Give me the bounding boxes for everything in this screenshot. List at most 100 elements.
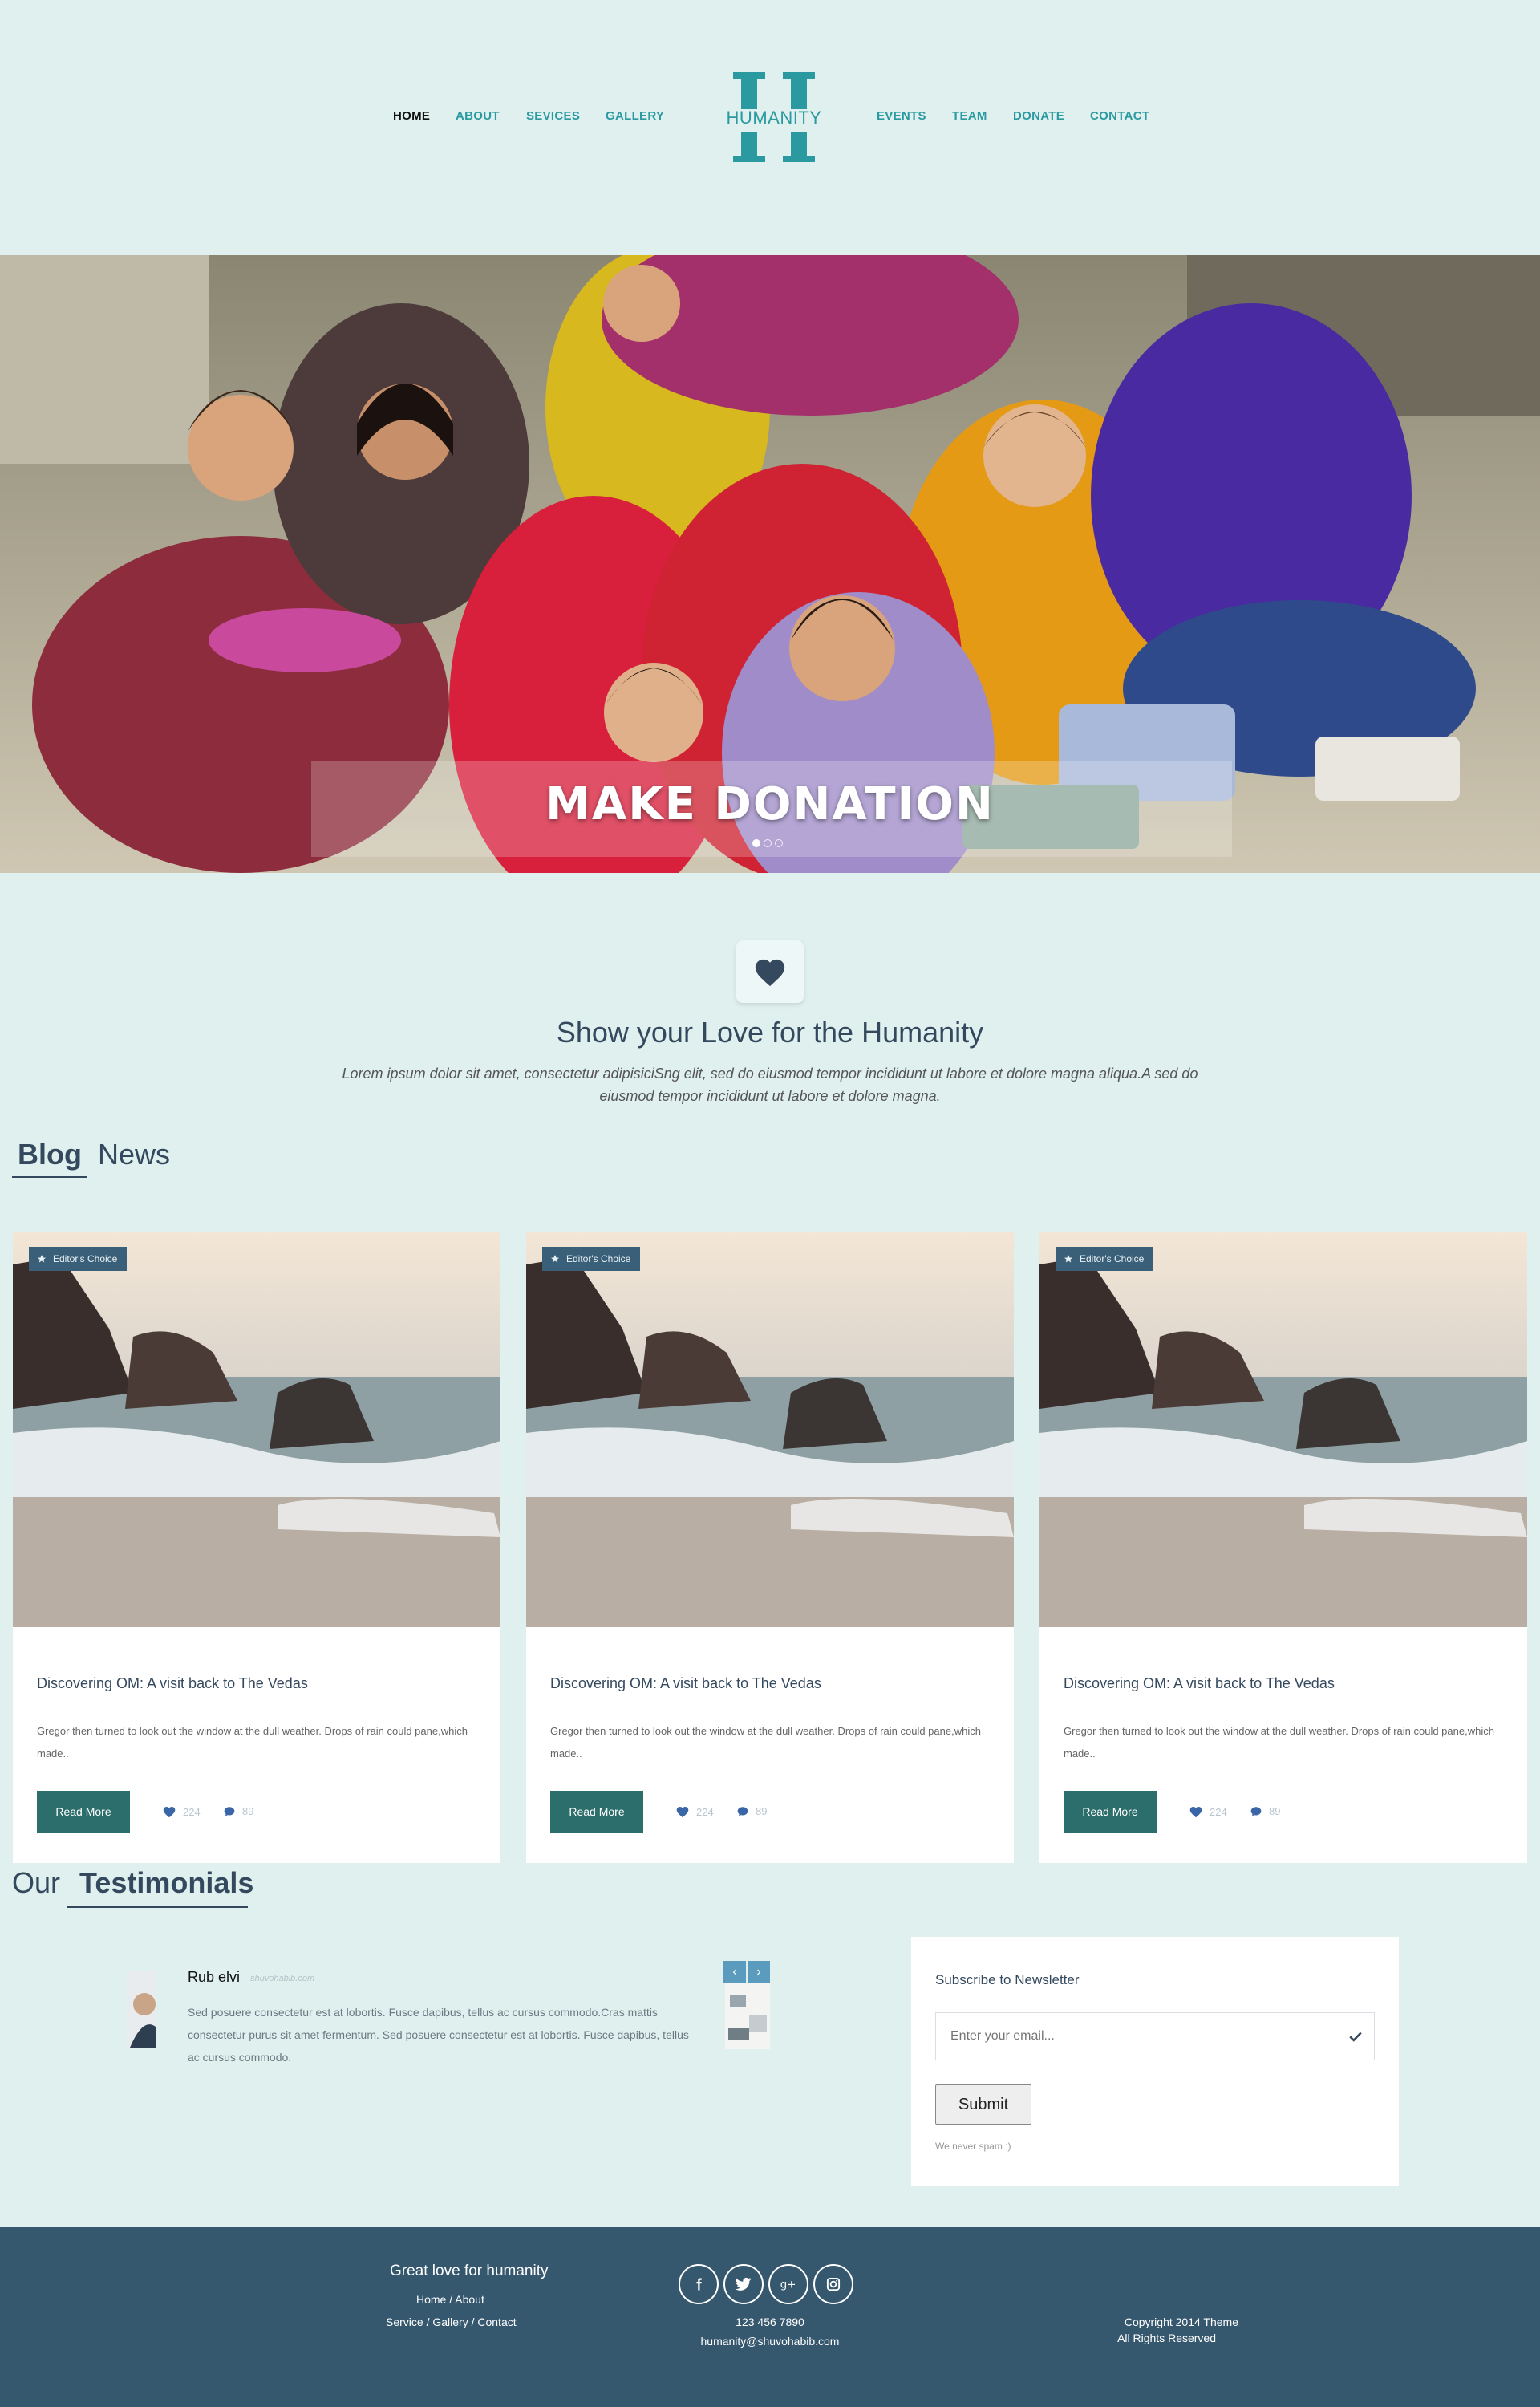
hero-slider[interactable]: MAKE DONATION [0,255,1540,873]
beach-photo [526,1232,1014,1627]
nav-events[interactable]: EVENTS [877,109,926,123]
testimonial-text: Sed posuere consectetur est at lobortis.… [188,2006,689,2064]
blog-card-title[interactable]: Discovering OM: A visit back to The Veda… [37,1675,308,1692]
testimonial-thumbnail[interactable] [725,1983,770,2049]
footer-email[interactable]: humanity@shuvohabib.com [658,2335,882,2348]
likes-count[interactable]: 224 [675,1805,714,1818]
heart-icon [163,1806,176,1818]
footer-links-primary[interactable]: Home / About [416,2293,484,2306]
comments-count[interactable]: 89 [736,1805,767,1817]
heart-icon [1189,1806,1202,1818]
nav-contact[interactable]: CONTACT [1090,109,1149,123]
testimonial-site: shuvohabib.com [250,1974,315,1983]
testimonial-next-button[interactable]: › [748,1961,770,1983]
star-icon [551,1255,559,1263]
email-field[interactable] [936,2013,1337,2060]
blog-card-excerpt: Gregor then turned to look out the windo… [1064,1725,1494,1760]
footer-links-secondary[interactable]: Service / Gallery / Contact [386,2316,517,2328]
slider-dots [752,839,783,847]
instagram-icon[interactable] [813,2264,853,2304]
heart-icon [676,1806,689,1818]
nav-home[interactable]: HOME [393,109,430,123]
footer-heading: Great love for humanity [390,2263,549,2279]
instagram-glyph [826,2277,841,2291]
heart-badge [736,940,804,1003]
read-more-button[interactable]: Read More [550,1791,643,1833]
star-icon [38,1255,46,1263]
testimonials-title-bold: Testimonials [79,1866,254,1899]
newsletter-title: Subscribe to Newsletter [935,1972,1080,1987]
editors-choice-badge: Editor's Choice [29,1247,128,1271]
blog-card-title[interactable]: Discovering OM: A visit back to The Veda… [550,1675,821,1692]
footer-copyright: Copyright 2014 Theme [1124,2316,1238,2328]
slider-dot[interactable] [775,839,783,847]
blog-title-underline [12,1176,87,1178]
likes-value: 224 [1210,1805,1227,1818]
star-icon [1064,1255,1072,1263]
nav-gallery[interactable]: GALLERY [606,109,664,123]
nav-about[interactable]: ABOUT [456,109,500,123]
blog-card-image[interactable]: Editor's Choice [1040,1232,1527,1627]
badge-label: Editor's Choice [1080,1253,1145,1264]
comments-value: 89 [756,1805,768,1817]
svg-text:g+: g+ [780,2279,796,2291]
footer-rights: All Rights Reserved [1117,2332,1216,2344]
submit-button[interactable]: Submit [935,2084,1031,2125]
comment-icon [737,1806,748,1816]
site-logo[interactable]: HUMANITY [722,69,826,165]
nav-services[interactable]: SEVICES [526,109,580,123]
google-plus-glyph: g+ [780,2279,796,2291]
testimonial-prev-button[interactable]: ‹ [723,1961,746,1983]
likes-count[interactable]: 224 [162,1805,201,1818]
beach-photo [13,1232,500,1627]
love-text: Lorem ipsum dolor sit amet, consectetur … [342,1065,1198,1104]
read-more-button[interactable]: Read More [1064,1791,1157,1833]
testimonial-author: Rub elvi [188,1969,241,1985]
comment-icon [224,1806,235,1816]
slider-dot[interactable] [752,839,760,847]
twitter-icon[interactable] [723,2264,764,2304]
hero-title: MAKE DONATION [545,778,995,830]
avatar [127,1971,156,2048]
facebook-icon[interactable] [679,2264,719,2304]
blog-section-title: Blog News [18,1138,170,1171]
blog-card: Editor's Choice Discovering OM: A visit … [1040,1232,1527,1863]
heart-icon [755,959,785,987]
site-footer: Great love for humanity Home / About Ser… [0,2227,1540,2407]
facebook-glyph [696,2278,702,2291]
testimonials-section-title: Our Testimonials [12,1866,253,1900]
likes-count[interactable]: 224 [1189,1805,1227,1818]
comment-icon [1250,1806,1262,1816]
check-icon [1349,2032,1362,2042]
blog-card-excerpt: Gregor then turned to look out the windo… [37,1725,468,1760]
nav-donate[interactable]: DONATE [1013,109,1064,123]
twitter-glyph [736,2277,752,2291]
badge-label: Editor's Choice [53,1253,118,1264]
likes-value: 224 [696,1805,714,1818]
blog-card-image[interactable]: Editor's Choice [13,1232,500,1627]
footer-phone: 123 456 7890 [736,2316,804,2328]
blog-card-image[interactable]: Editor's Choice [526,1232,1014,1627]
blog-card: Editor's Choice Discovering OM: A visit … [13,1232,500,1863]
google-plus-icon[interactable]: g+ [768,2264,808,2304]
read-more-button[interactable]: Read More [37,1791,130,1833]
slider-dot[interactable] [764,839,772,847]
blog-title-rest: News [98,1138,171,1171]
nav-team[interactable]: TEAM [952,109,987,123]
room-photo [725,1983,770,2049]
editors-choice-badge: Editor's Choice [1056,1247,1154,1271]
site-header: HOME ABOUT SEVICES GALLERY HUMANITY EVEN… [0,0,1540,255]
comments-count[interactable]: 89 [223,1805,253,1817]
testimonials-title-underline [67,1906,248,1908]
comments-value: 89 [242,1805,254,1817]
logo-text: HUMANITY [726,108,822,128]
blog-card-excerpt: Gregor then turned to look out the windo… [550,1725,981,1760]
newsletter-box: Subscribe to Newsletter Submit We never … [911,1937,1399,2186]
blog-card-title[interactable]: Discovering OM: A visit back to The Veda… [1064,1675,1335,1692]
blog-title-bold: Blog [18,1138,82,1171]
newsletter-input-wrap [935,2012,1375,2060]
newsletter-note: We never spam :) [935,2141,1011,2152]
blog-card: Editor's Choice Discovering OM: A visit … [526,1232,1014,1863]
comments-count[interactable]: 89 [1250,1805,1280,1817]
editors-choice-badge: Editor's Choice [542,1247,641,1271]
